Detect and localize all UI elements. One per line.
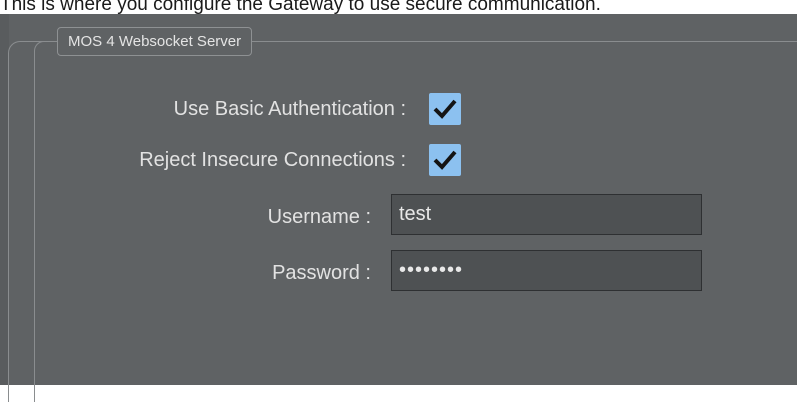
groupbox-title: MOS 4 Websocket Server (57, 27, 253, 56)
reject-insecure-label: Reject Insecure Connections : (139, 149, 406, 171)
checkmark-icon (433, 99, 457, 119)
settings-panel: MOS 4 Websocket Server Use Basic Authent… (0, 14, 797, 402)
basic-auth-checkbox[interactable] (429, 93, 461, 125)
reject-insecure-checkbox[interactable] (429, 144, 461, 176)
password-label: Password : (272, 262, 371, 284)
username-field[interactable]: test (391, 194, 702, 235)
password-field[interactable]: •••••••• (391, 250, 702, 291)
username-label: Username : (267, 206, 371, 228)
basic-auth-label: Use Basic Authentication : (173, 98, 406, 120)
checkmark-icon (433, 150, 457, 170)
